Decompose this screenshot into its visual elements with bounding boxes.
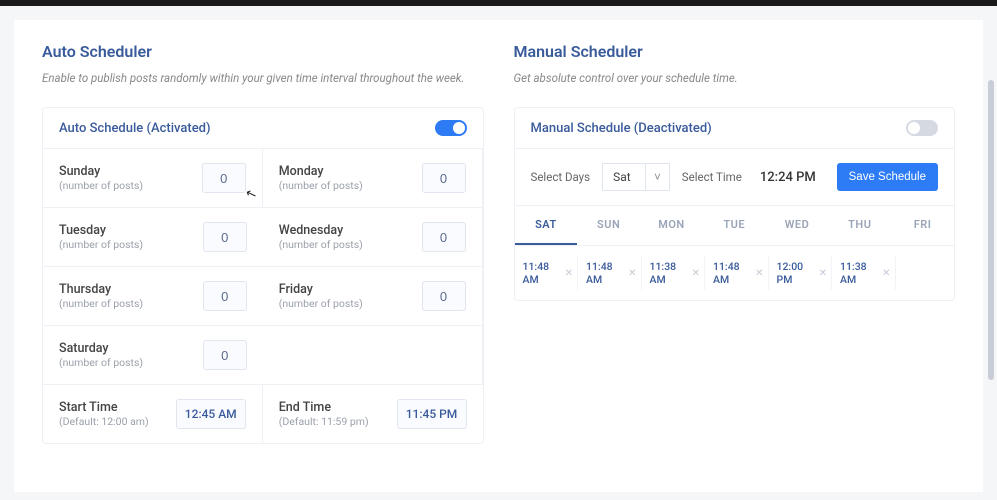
select-days-label: Select Days (531, 170, 591, 184)
save-schedule-button[interactable]: Save Schedule (837, 163, 938, 191)
day-label: Saturday (59, 341, 143, 356)
day-cell-tuesday: Tuesday (number of posts) (43, 208, 263, 267)
tab-tue[interactable]: TUE (703, 206, 766, 245)
close-icon[interactable]: ✕ (819, 268, 827, 279)
tab-wed[interactable]: WED (766, 206, 829, 245)
manual-panel-header: Manual Schedule (Deactivated) (515, 108, 955, 149)
auto-subtitle: Enable to publish posts randomly within … (42, 71, 484, 85)
time-chip-empty (900, 256, 951, 290)
tab-mon[interactable]: MON (640, 206, 703, 245)
day-sublabel: (number of posts) (59, 238, 143, 251)
day-cell-saturday: Saturday (number of posts) (43, 326, 263, 385)
manual-status-label: Manual Schedule (Deactivated) (531, 121, 712, 136)
posts-input-tuesday[interactable] (203, 222, 247, 252)
end-time-label: End Time (279, 400, 369, 415)
day-sublabel: (number of posts) (279, 297, 363, 310)
select-time-label: Select Time (682, 170, 742, 184)
time-chip: 11:48 AM ✕ (519, 256, 579, 290)
manual-scheduler-column: Manual Scheduler Get absolute control ov… (514, 42, 956, 444)
posts-input-wednesday[interactable] (422, 222, 466, 252)
manual-panel: Manual Schedule (Deactivated) Select Day… (514, 107, 956, 301)
time-chip: 11:38 AM ✕ (836, 256, 896, 290)
tab-sat[interactable]: SAT (515, 206, 578, 245)
close-icon[interactable]: ✕ (692, 268, 700, 279)
select-time-value[interactable]: 12:24 PM (760, 170, 816, 185)
top-bar (0, 0, 997, 6)
tab-fri[interactable]: FRI (891, 206, 954, 245)
posts-input-thursday[interactable] (203, 281, 247, 311)
day-cell-sunday: Sunday (number of posts) (43, 149, 263, 208)
manual-toggle[interactable] (906, 120, 938, 136)
chip-time: 12:00 PM (777, 260, 816, 286)
auto-panel-header: Auto Schedule (Activated) (43, 108, 483, 149)
time-chip: 11:48 AM ✕ (709, 256, 769, 290)
day-sublabel: (number of posts) (279, 179, 363, 192)
day-sublabel: (number of posts) (279, 238, 363, 251)
chip-time: 11:38 AM (650, 260, 689, 286)
manual-title: Manual Scheduler (514, 42, 956, 61)
auto-panel: Auto Schedule (Activated) Sunday (number… (42, 107, 484, 444)
day-label: Wednesday (279, 223, 363, 238)
day-sublabel: (number of posts) (59, 297, 143, 310)
time-chip: 12:00 PM ✕ (773, 256, 833, 290)
day-tabs: SAT SUN MON TUE WED THU FRI (515, 206, 955, 246)
start-time-input[interactable]: 12:45 AM (176, 399, 246, 429)
posts-input-sunday[interactable] (202, 163, 246, 193)
day-label: Thursday (59, 282, 143, 297)
chip-time: 11:48 AM (586, 260, 625, 286)
day-sublabel: (number of posts) (59, 179, 143, 192)
day-label: Monday (279, 164, 363, 179)
time-chip: 11:48 AM ✕ (582, 256, 642, 290)
auto-day-grid: Sunday (number of posts) ↖ Monday (numbe… (43, 149, 483, 385)
auto-scheduler-column: Auto Scheduler Enable to publish posts r… (42, 42, 484, 444)
start-time-cell: Start Time (Default: 12:00 am) 12:45 AM (43, 385, 263, 443)
end-time-cell: End Time (Default: 11:59 pm) 11:45 PM (263, 385, 483, 443)
select-days-dropdown-button[interactable]: ˅ (646, 163, 670, 191)
page: Auto Scheduler Enable to publish posts r… (14, 20, 983, 492)
day-label: Friday (279, 282, 363, 297)
auto-toggle[interactable] (435, 120, 467, 136)
chip-time: 11:48 AM (713, 260, 752, 286)
day-sublabel: (number of posts) (59, 356, 143, 369)
day-label: Sunday (59, 164, 143, 179)
posts-input-friday[interactable] (422, 281, 466, 311)
close-icon[interactable]: ✕ (628, 268, 636, 279)
auto-title: Auto Scheduler (42, 42, 484, 61)
tab-thu[interactable]: THU (828, 206, 891, 245)
posts-input-monday[interactable] (422, 163, 466, 193)
scrollbar[interactable] (988, 80, 994, 380)
select-days-value[interactable]: Sat (602, 163, 646, 191)
chip-time: 11:48 AM (523, 260, 562, 286)
day-label: Tuesday (59, 223, 143, 238)
chevron-down-icon: ˅ (654, 170, 661, 184)
manual-controls: Select Days Sat ˅ Select Time 12:24 PM S… (515, 149, 955, 206)
start-time-sublabel: (Default: 12:00 am) (59, 415, 149, 428)
manual-subtitle: Get absolute control over your schedule … (514, 71, 956, 85)
chip-time: 11:38 AM (840, 260, 879, 286)
time-chips: 11:48 AM ✕ 11:48 AM ✕ 11:38 AM ✕ 11:48 A… (515, 246, 955, 300)
auto-time-row: Start Time (Default: 12:00 am) 12:45 AM … (43, 385, 483, 443)
day-cell-thursday: Thursday (number of posts) (43, 267, 263, 326)
start-time-label: Start Time (59, 400, 149, 415)
day-cell-friday: Friday (number of posts) (263, 267, 483, 326)
close-icon[interactable]: ✕ (882, 268, 890, 279)
auto-status-label: Auto Schedule (Activated) (59, 121, 211, 136)
end-time-input[interactable]: 11:45 PM (397, 399, 467, 429)
end-time-sublabel: (Default: 11:59 pm) (279, 415, 369, 428)
tab-sun[interactable]: SUN (577, 206, 640, 245)
day-cell-wednesday: Wednesday (number of posts) (263, 208, 483, 267)
time-chip: 11:38 AM ✕ (646, 256, 706, 290)
close-icon[interactable]: ✕ (755, 268, 763, 279)
posts-input-saturday[interactable] (203, 340, 247, 370)
day-cell-empty (263, 326, 483, 385)
day-cell-monday: Monday (number of posts) (263, 149, 483, 208)
close-icon[interactable]: ✕ (565, 268, 573, 279)
